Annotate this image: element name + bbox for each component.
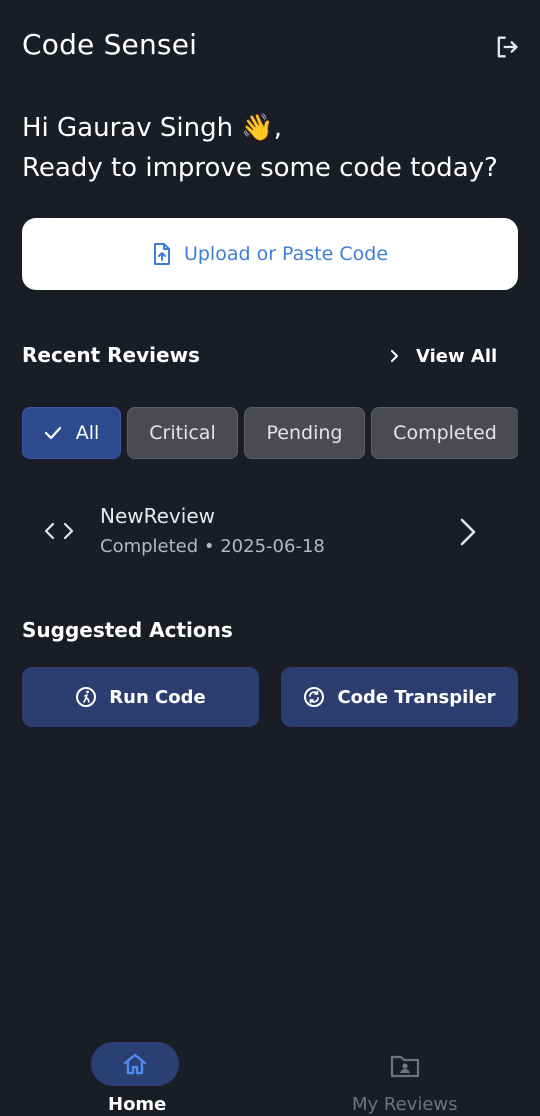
upload-code-button[interactable]: Upload or Paste Code <box>22 218 518 290</box>
greeting-line-1: Hi Gaurav Singh 👋, <box>22 113 282 143</box>
recent-reviews-title: Recent Reviews <box>22 343 200 367</box>
suggested-actions-title: Suggested Actions <box>22 618 233 642</box>
nav-item-my-reviews[interactable]: My Reviews <box>270 1030 540 1116</box>
filter-chips: All Critical Pending Completed <box>22 407 518 459</box>
chip-label: Completed <box>393 422 497 444</box>
chip-label: All <box>75 422 100 444</box>
upload-code-label: Upload or Paste Code <box>183 243 389 265</box>
chevron-right-icon <box>460 518 476 546</box>
app-bar: Code Sensei <box>0 0 540 96</box>
run-code-label: Run Code <box>109 686 206 708</box>
chip-pending[interactable]: Pending <box>244 407 365 459</box>
code-transpiler-button[interactable]: Code Transpiler <box>281 667 518 727</box>
nav-active-indicator <box>91 1042 179 1086</box>
run-icon <box>76 687 97 707</box>
chip-completed[interactable]: Completed <box>371 407 518 459</box>
logout-button[interactable] <box>490 30 524 64</box>
nav-label-my-reviews: My Reviews <box>352 1094 458 1115</box>
chip-critical[interactable]: Critical <box>127 407 238 459</box>
nav-label-home: Home <box>108 1094 167 1115</box>
view-all-button[interactable]: View All <box>388 340 497 372</box>
chip-label: Critical <box>149 422 216 444</box>
view-all-label: View All <box>416 345 498 367</box>
logout-icon <box>497 36 518 58</box>
code-icon <box>44 522 74 540</box>
review-list-item[interactable]: NewReview Completed • 2025-06-18 <box>22 496 518 572</box>
greeting: Hi Gaurav Singh 👋, Ready to improve some… <box>22 108 498 188</box>
run-code-button[interactable]: Run Code <box>22 667 259 727</box>
sync-icon <box>304 687 325 707</box>
greeting-line-2: Ready to improve some code today? <box>22 153 498 183</box>
app-title: Code Sensei <box>22 28 198 61</box>
bottom-navigation: Home My Reviews <box>0 1030 540 1116</box>
check-icon <box>44 426 61 440</box>
chip-label: Pending <box>266 422 343 444</box>
folder-user-icon <box>390 1055 420 1078</box>
nav-icon-wrap <box>387 1048 423 1084</box>
file-upload-icon <box>153 243 170 265</box>
review-meta: Completed • 2025-06-18 <box>100 536 325 557</box>
home-icon <box>123 1053 147 1075</box>
chevron-right-icon <box>391 350 398 362</box>
nav-item-home[interactable]: Home <box>0 1030 270 1116</box>
review-name: NewReview <box>100 504 215 528</box>
chip-all[interactable]: All <box>22 407 121 459</box>
code-transpiler-label: Code Transpiler <box>337 686 496 708</box>
